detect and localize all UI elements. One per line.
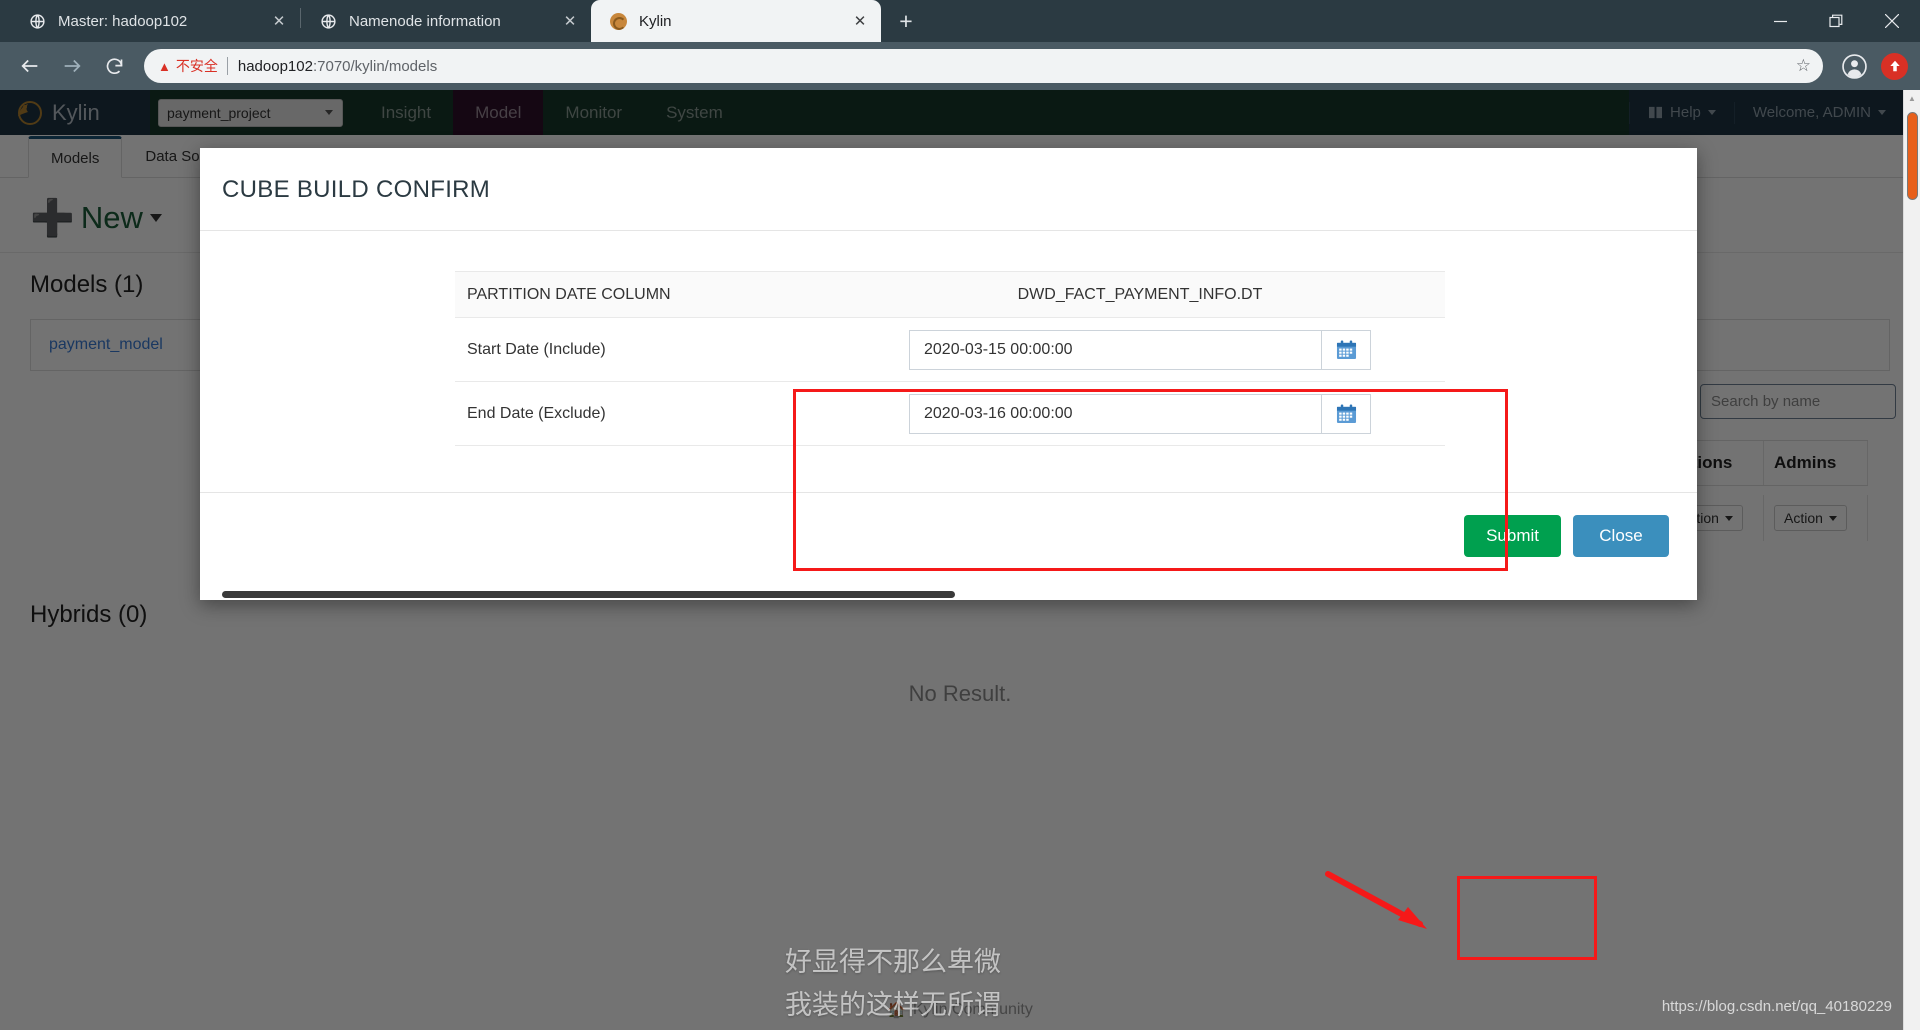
globe-icon bbox=[319, 12, 337, 30]
table-row-start-date: Start Date (Include) bbox=[455, 317, 1445, 382]
scroll-up-icon[interactable]: ▲ bbox=[1904, 90, 1920, 107]
account-icon[interactable] bbox=[1839, 51, 1869, 81]
browser-window: Master: hadoop102 ✕ Namenode information… bbox=[0, 0, 1920, 1030]
maximize-icon[interactable] bbox=[1808, 0, 1864, 42]
submit-button[interactable]: Submit bbox=[1464, 515, 1561, 557]
end-date-input[interactable] bbox=[909, 393, 1321, 434]
modal-body: PARTITION DATE COLUMN DWD_FACT_PAYMENT_I… bbox=[200, 231, 1697, 571]
kylin-icon bbox=[609, 12, 627, 30]
start-date-calendar-button[interactable] bbox=[1321, 329, 1371, 370]
scrollbar-thumb[interactable] bbox=[1907, 112, 1918, 200]
row-label: Start Date (Include) bbox=[455, 317, 835, 382]
browser-toolbar: ▲ 不安全 hadoop102:7070/kylin/models ☆ bbox=[0, 42, 1920, 90]
modal-header: CUBE BUILD CONFIRM bbox=[200, 148, 1697, 231]
web-page: Kylin payment_project Insight Model Moni… bbox=[0, 90, 1920, 1030]
url-path: :7070/kylin/models bbox=[312, 57, 438, 75]
warning-triangle-icon: ▲ bbox=[158, 58, 171, 74]
end-date-calendar-button[interactable] bbox=[1321, 393, 1371, 434]
modal-horizontal-scrollbar[interactable] bbox=[200, 588, 1697, 600]
star-icon[interactable]: ☆ bbox=[1796, 56, 1811, 76]
back-icon[interactable] bbox=[12, 48, 48, 84]
watermark-url: https://blog.csdn.net/qq_40180229 bbox=[1661, 998, 1892, 1015]
browser-tab-title: Kylin bbox=[639, 12, 672, 30]
end-date-cell bbox=[835, 381, 1445, 446]
scrollbar-thumb[interactable] bbox=[222, 591, 955, 598]
start-date-input-group bbox=[909, 329, 1371, 370]
security-label: 不安全 bbox=[175, 58, 218, 74]
page-scrollbar[interactable]: ▲ bbox=[1903, 90, 1920, 1030]
start-date-input[interactable] bbox=[909, 329, 1321, 370]
browser-tab-2[interactable]: Namenode information ✕ bbox=[301, 0, 591, 42]
reload-icon[interactable] bbox=[96, 48, 132, 84]
address-bar-url: hadoop102:7070/kylin/models bbox=[238, 58, 437, 75]
close-icon[interactable]: ✕ bbox=[559, 10, 581, 32]
new-tab-button[interactable]: + bbox=[889, 4, 923, 38]
minimize-icon[interactable] bbox=[1752, 0, 1808, 42]
modal-footer: Submit Close bbox=[200, 492, 1697, 960]
end-date-input-group bbox=[909, 393, 1371, 434]
table-row-partition-date-column: PARTITION DATE COLUMN DWD_FACT_PAYMENT_I… bbox=[455, 271, 1445, 318]
calendar-icon bbox=[1336, 339, 1356, 359]
browser-tabstrip: Master: hadoop102 ✕ Namenode information… bbox=[0, 0, 1920, 42]
window-controls bbox=[1752, 0, 1920, 42]
browser-tab-title: Master: hadoop102 bbox=[58, 12, 188, 30]
browser-tab-1[interactable]: Master: hadoop102 ✕ bbox=[10, 0, 300, 42]
browser-tab-title: Namenode information bbox=[349, 12, 501, 30]
start-date-cell bbox=[835, 317, 1445, 382]
update-arrow-icon[interactable] bbox=[1881, 52, 1908, 80]
row-label: PARTITION DATE COLUMN bbox=[455, 271, 835, 318]
forward-icon[interactable] bbox=[54, 48, 90, 84]
partition-date-column-value: DWD_FACT_PAYMENT_INFO.DT bbox=[835, 271, 1445, 318]
omnibox-divider bbox=[226, 57, 228, 75]
browser-tab-3[interactable]: Kylin ✕ bbox=[591, 0, 881, 42]
table-row-end-date: End Date (Exclude) bbox=[455, 381, 1445, 446]
globe-icon bbox=[28, 12, 46, 30]
build-parameters-table: PARTITION DATE COLUMN DWD_FACT_PAYMENT_I… bbox=[455, 271, 1445, 446]
close-icon[interactable]: ✕ bbox=[268, 10, 290, 32]
address-bar[interactable]: ▲ 不安全 hadoop102:7070/kylin/models ☆ bbox=[144, 49, 1823, 83]
close-icon[interactable]: ✕ bbox=[849, 10, 871, 32]
modal-title: CUBE BUILD CONFIRM bbox=[222, 176, 491, 203]
close-window-icon[interactable] bbox=[1864, 0, 1920, 42]
url-host: hadoop102 bbox=[237, 57, 313, 75]
calendar-icon bbox=[1336, 403, 1356, 423]
cube-build-confirm-modal: CUBE BUILD CONFIRM PARTITION DATE COLUMN… bbox=[200, 148, 1697, 960]
row-label: End Date (Exclude) bbox=[455, 381, 835, 446]
close-button[interactable]: Close bbox=[1573, 515, 1669, 557]
